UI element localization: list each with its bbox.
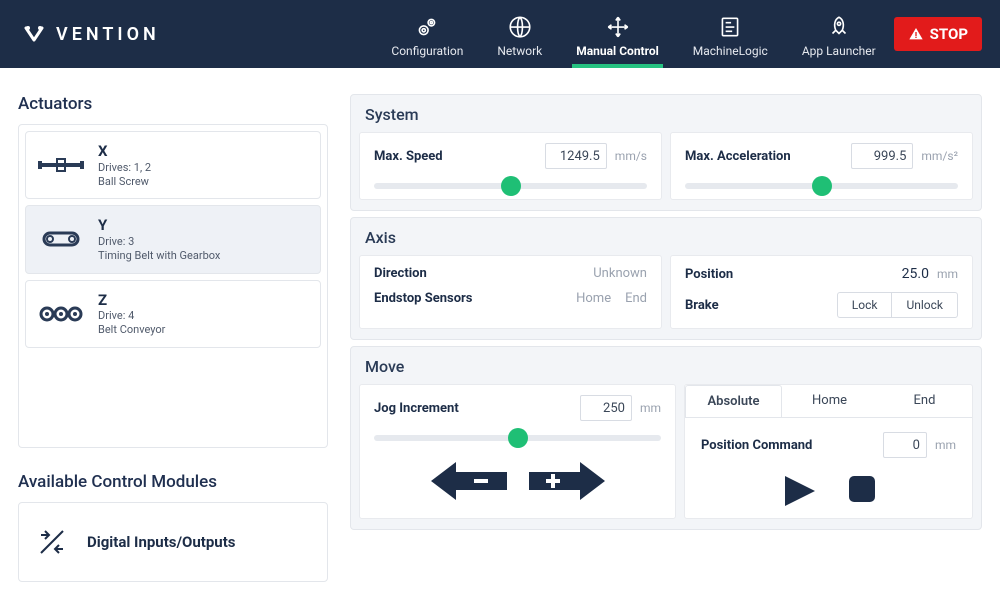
position-command-block: Absolute Home End Position Command mm xyxy=(684,384,973,519)
endstop-home: Home xyxy=(576,291,611,306)
jog-block: Jog Increment mm xyxy=(359,384,676,519)
emergency-stop-button[interactable]: STOP xyxy=(894,17,982,51)
slider-thumb[interactable] xyxy=(508,428,528,448)
tab-end[interactable]: End xyxy=(877,385,972,417)
warning-icon xyxy=(908,26,924,42)
jog-plus-button[interactable] xyxy=(528,459,606,503)
rocket-icon xyxy=(826,14,852,40)
actuators-list: X Drives: 1, 2 Ball Screw Y Drive: 3 Tim… xyxy=(18,124,328,448)
brake-toggle: Lock Unlock xyxy=(837,292,958,318)
axis-panel: Axis Direction Unknown Endstop Sensors H… xyxy=(350,217,982,340)
max-speed-slider[interactable] xyxy=(374,183,647,189)
modules-heading: Available Control Modules xyxy=(18,472,328,492)
position-value: 25.0 xyxy=(902,266,929,282)
actuator-item-x[interactable]: X Drives: 1, 2 Ball Screw xyxy=(25,131,321,199)
move-panel: Move Jog Increment mm xyxy=(350,346,982,530)
max-speed-block: Max. Speed mm/s xyxy=(359,132,662,200)
system-title: System xyxy=(351,95,981,132)
actuator-item-y[interactable]: Y Drive: 3 Timing Belt with Gearbox xyxy=(25,205,321,273)
gear-icon xyxy=(414,14,440,40)
conveyor-icon xyxy=(38,297,84,331)
brand-logo: VENTION xyxy=(22,22,160,46)
move-mode-tabs: Absolute Home End xyxy=(685,385,972,418)
move-axes-icon xyxy=(605,14,631,40)
endstop-end: End xyxy=(625,291,647,306)
nav-configuration[interactable]: Configuration xyxy=(391,0,463,68)
max-speed-input[interactable] xyxy=(545,143,607,169)
brake-unlock-button[interactable]: Unlock xyxy=(891,293,957,317)
nav-app-launcher[interactable]: App Launcher xyxy=(802,0,876,68)
slider-thumb[interactable] xyxy=(812,176,832,196)
tab-absolute[interactable]: Absolute xyxy=(685,385,782,417)
main-nav: Configuration Network Manual Control Mac… xyxy=(391,0,875,68)
brake-lock-button[interactable]: Lock xyxy=(838,293,892,317)
nav-network[interactable]: Network xyxy=(497,0,542,68)
slider-thumb[interactable] xyxy=(501,176,521,196)
jog-minus-button[interactable] xyxy=(430,459,508,503)
ballscrew-icon xyxy=(38,148,84,182)
max-accel-input[interactable] xyxy=(851,143,913,169)
axis-right-block: Position 25.0 mm Brake Lock Unlock xyxy=(670,255,973,329)
max-accel-block: Max. Acceleration mm/s² xyxy=(670,132,973,200)
app-header: VENTION Configuration Network Manual Con… xyxy=(0,0,1000,68)
brand-mark-icon xyxy=(22,22,46,46)
stop-move-button[interactable] xyxy=(847,474,877,504)
module-digital-io[interactable]: Digital Inputs/Outputs xyxy=(18,502,328,582)
system-panel: System Max. Speed mm/s xyxy=(350,94,982,211)
max-accel-slider[interactable] xyxy=(685,183,958,189)
timing-belt-icon xyxy=(38,222,84,256)
run-button[interactable] xyxy=(781,474,819,508)
move-title: Move xyxy=(351,347,981,384)
axis-left-block: Direction Unknown Endstop Sensors Home E… xyxy=(359,255,662,329)
actuators-heading: Actuators xyxy=(18,94,328,114)
tab-home[interactable]: Home xyxy=(782,385,877,417)
logic-panel-icon xyxy=(717,14,743,40)
jog-slider[interactable] xyxy=(374,435,661,441)
dio-icon xyxy=(35,525,69,559)
nav-manual-control[interactable]: Manual Control xyxy=(576,0,659,68)
axis-title: Axis xyxy=(351,218,981,255)
globe-icon xyxy=(507,14,533,40)
actuator-item-z[interactable]: Z Drive: 4 Belt Conveyor xyxy=(25,280,321,348)
brand-text: VENTION xyxy=(56,24,160,45)
position-command-input[interactable] xyxy=(883,432,927,458)
direction-value: Unknown xyxy=(593,266,647,281)
jog-increment-input[interactable] xyxy=(580,395,632,421)
nav-machinelogic[interactable]: MachineLogic xyxy=(693,0,768,68)
